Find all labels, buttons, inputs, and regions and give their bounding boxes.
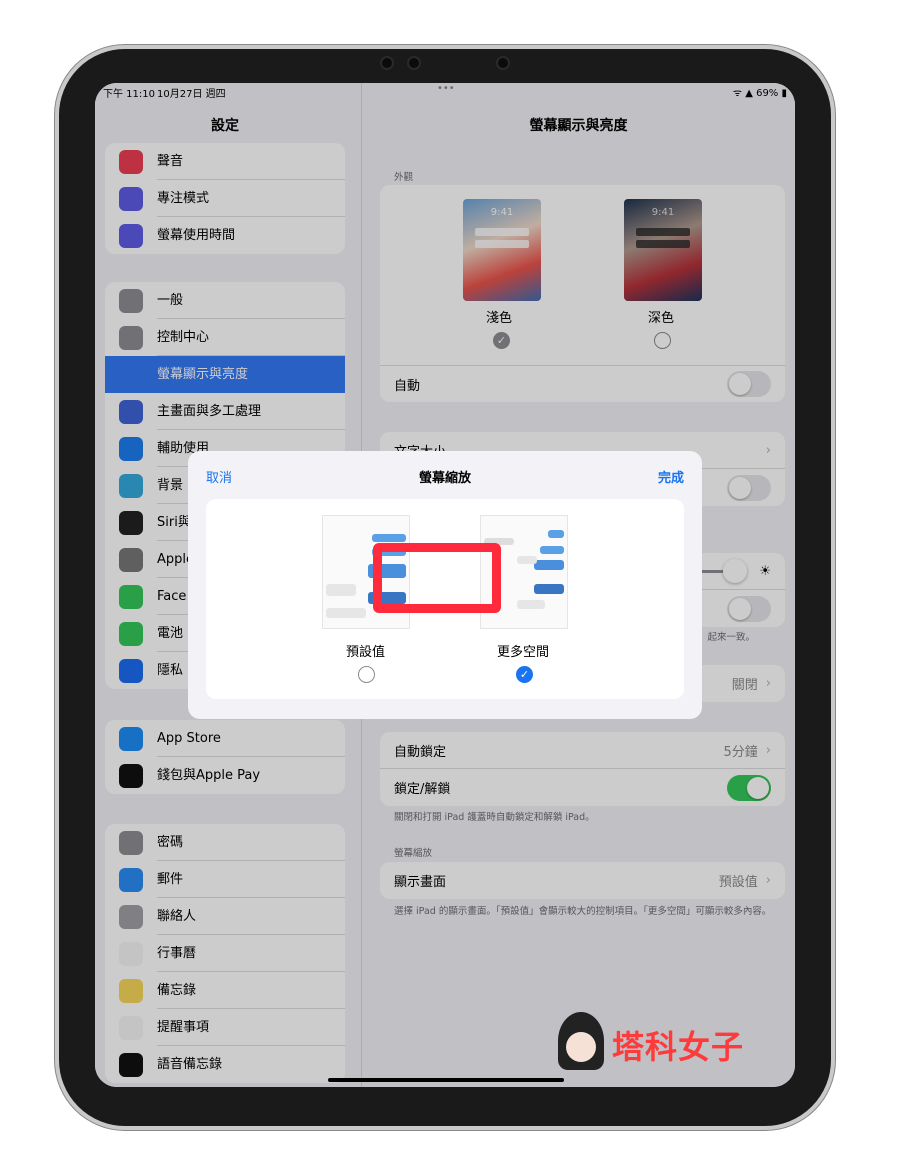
- more-space-option-radio[interactable]: ✓: [516, 666, 533, 683]
- modal-title: 螢幕縮放: [418, 471, 471, 486]
- camera-icon: [380, 56, 394, 70]
- more-space-option-label: 更多空間: [497, 645, 550, 660]
- done-button[interactable]: 完成: [658, 467, 684, 486]
- home-indicator[interactable]: [328, 1078, 564, 1082]
- watermark-text: 塔科女子: [612, 1028, 745, 1066]
- default-option-label: 預設值: [346, 645, 386, 660]
- camera-icon: [496, 56, 510, 70]
- highlight-box: [373, 543, 501, 613]
- watermark-mascot: [558, 1012, 604, 1070]
- default-option-radio[interactable]: [358, 666, 375, 683]
- camera-icon: [407, 56, 421, 70]
